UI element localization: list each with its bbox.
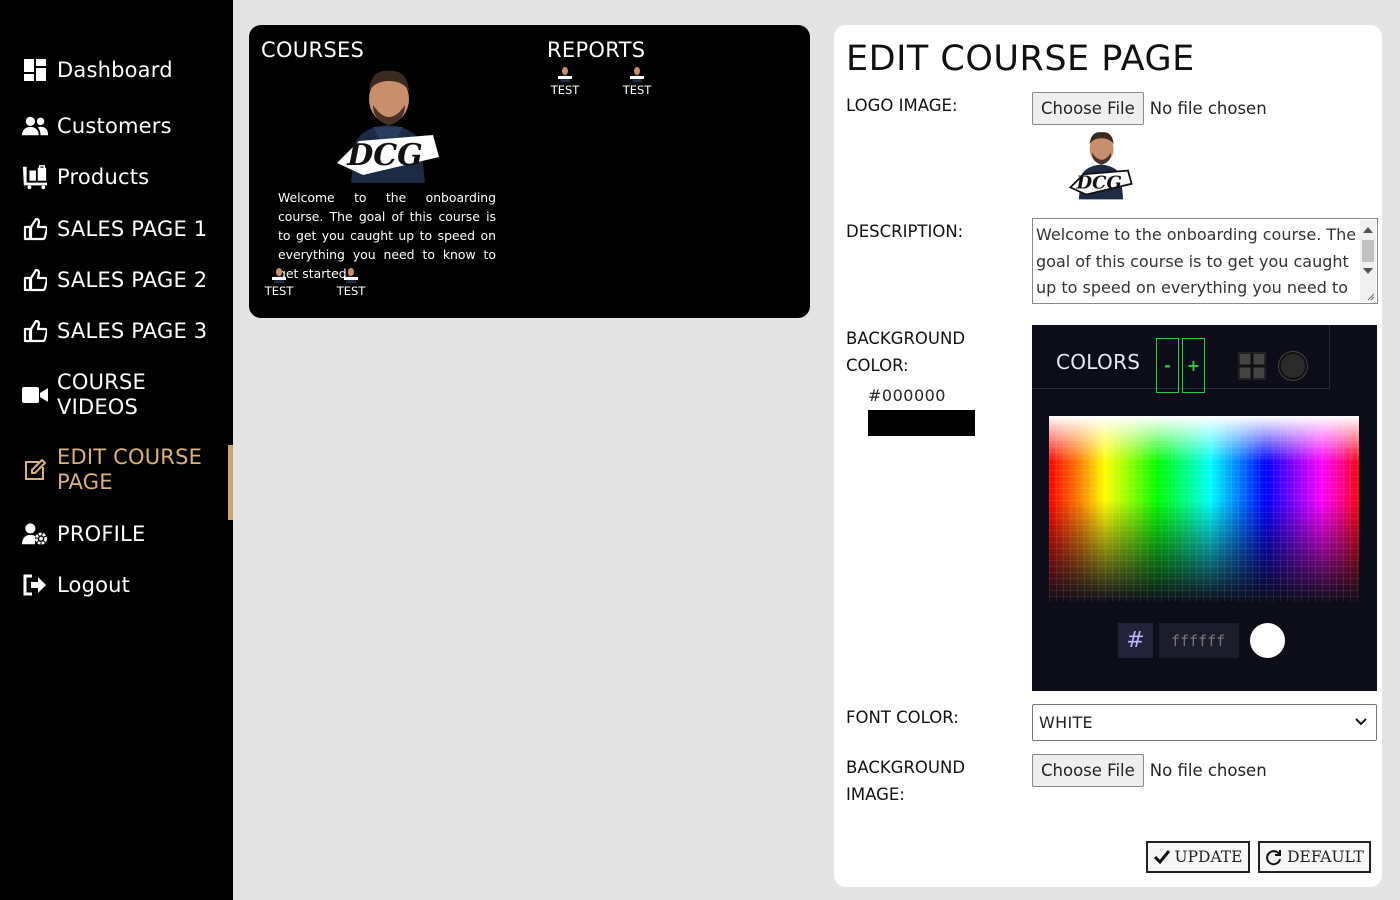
dcg-mini-logo (344, 267, 358, 283)
preview-thumb-course-2[interactable]: TEST (329, 267, 373, 298)
sign-out-icon (22, 572, 48, 598)
dcg-mini-logo (558, 66, 572, 82)
preview-thumb-report-1[interactable]: TEST (543, 66, 587, 97)
logo-preview-image: DCG (1068, 127, 1134, 201)
circle-mode-icon[interactable] (1279, 352, 1307, 380)
default-label: DEFAULT (1287, 848, 1364, 866)
default-button[interactable]: DEFAULT (1258, 841, 1371, 873)
sidebar-item-label: Logout (57, 572, 131, 597)
users-icon (22, 113, 48, 139)
check-icon (1153, 850, 1170, 864)
background-image-file-input[interactable]: Choose File No file chosen (1032, 754, 1267, 787)
sidebar-item-label: Customers (57, 113, 172, 138)
description-text: Welcome to the onboarding course. The go… (1036, 225, 1357, 297)
dcg-mini-logo (630, 66, 644, 82)
scroll-thumb[interactable] (1362, 240, 1374, 262)
svg-text:DCG: DCG (1076, 173, 1122, 194)
font-color-select[interactable]: WHITE (1032, 704, 1377, 741)
choose-file-button[interactable]: Choose File (1032, 754, 1144, 787)
color-spectrum[interactable] (1049, 416, 1359, 602)
hash-icon: # (1118, 623, 1153, 658)
description-textarea[interactable]: Welcome to the onboarding course. The go… (1032, 218, 1378, 304)
resize-grip-icon[interactable] (1365, 291, 1375, 301)
scroll-up-icon[interactable] (1363, 227, 1373, 233)
color-picker: COLORS - + # ffffff (1032, 325, 1377, 691)
dcg-mini-logo (272, 267, 286, 283)
preview-thumb-course-1[interactable]: TEST (257, 267, 301, 298)
course-preview-card: COURSES REPORTS DCG Welcome to the onboa… (249, 25, 810, 318)
user-gear-icon (22, 521, 48, 547)
thumb-label: TEST (264, 284, 294, 298)
background-color-label: BACKGROUND COLOR: (846, 329, 966, 375)
sidebar-item-label: SALES PAGE 3 (57, 318, 208, 343)
hex-input[interactable]: ffffff (1159, 623, 1239, 658)
reports-heading: REPORTS (547, 38, 646, 62)
chevron-down-icon (1355, 718, 1367, 726)
picker-plus-button[interactable]: + (1182, 338, 1205, 393)
picker-toolbar: COLORS - + (1032, 325, 1330, 393)
thumb-label: TEST (336, 284, 366, 298)
picker-title: COLORS (1056, 350, 1141, 374)
logo-file-input[interactable]: Choose File No file chosen (1032, 92, 1267, 125)
sidebar-item-label: Dashboard (57, 57, 173, 82)
courses-heading: COURSES (261, 38, 365, 62)
selected-color-dot[interactable] (1250, 623, 1285, 658)
dashboard-icon (22, 57, 48, 83)
background-image-label: BACKGROUND IMAGE: (846, 758, 966, 804)
scroll-down-icon[interactable] (1363, 268, 1373, 274)
file-status: No file chosen (1149, 761, 1267, 780)
update-button[interactable]: UPDATE (1146, 841, 1250, 873)
sidebar-item-label: Products (57, 164, 150, 189)
thumb-label: TEST (622, 83, 652, 97)
sidebar-item-label: COURSE VIDEOS (57, 370, 146, 419)
file-status: No file chosen (1149, 99, 1267, 118)
refresh-icon (1266, 849, 1282, 865)
logo-image-label: LOGO IMAGE: (846, 96, 958, 115)
sidebar-item-label: EDIT COURSE PAGE (57, 445, 203, 494)
edit-course-panel: EDIT COURSE PAGE LOGO IMAGE: Choose File… (834, 25, 1382, 887)
thumb-label: TEST (550, 83, 580, 97)
choose-file-button[interactable]: Choose File (1032, 92, 1144, 125)
font-color-label: FONT COLOR: (846, 708, 959, 727)
update-label: UPDATE (1174, 848, 1243, 866)
thumbs-up-icon (22, 216, 48, 242)
video-camera-icon (22, 382, 48, 408)
sidebar-item-label: SALES PAGE 1 (57, 216, 208, 241)
page-title: EDIT COURSE PAGE (846, 39, 1195, 79)
preview-description: Welcome to the onboarding course. The go… (278, 190, 496, 281)
background-color-value: #000000 (868, 386, 946, 405)
sidebar-item-label: PROFILE (57, 521, 146, 546)
sidebar-item-label: SALES PAGE 2 (57, 267, 208, 292)
luggage-cart-icon (22, 164, 48, 190)
background-color-swatch[interactable] (868, 410, 975, 436)
thumbs-up-icon (22, 318, 48, 344)
thumbs-up-icon (22, 267, 48, 293)
preview-thumb-report-2[interactable]: TEST (615, 66, 659, 97)
textarea-scrollbar[interactable] (1360, 220, 1376, 302)
grid-mode-icon[interactable] (1238, 352, 1266, 380)
sidebar: Dashboard Customers Products SALES PAGE … (0, 0, 233, 900)
svg-text:DCG: DCG (346, 138, 423, 173)
picker-minus-button[interactable]: - (1156, 338, 1179, 393)
description-label: DESCRIPTION: (846, 222, 964, 241)
dcg-logo: DCG (333, 65, 443, 183)
edit-icon (22, 457, 48, 483)
font-color-selected: WHITE (1039, 713, 1093, 732)
